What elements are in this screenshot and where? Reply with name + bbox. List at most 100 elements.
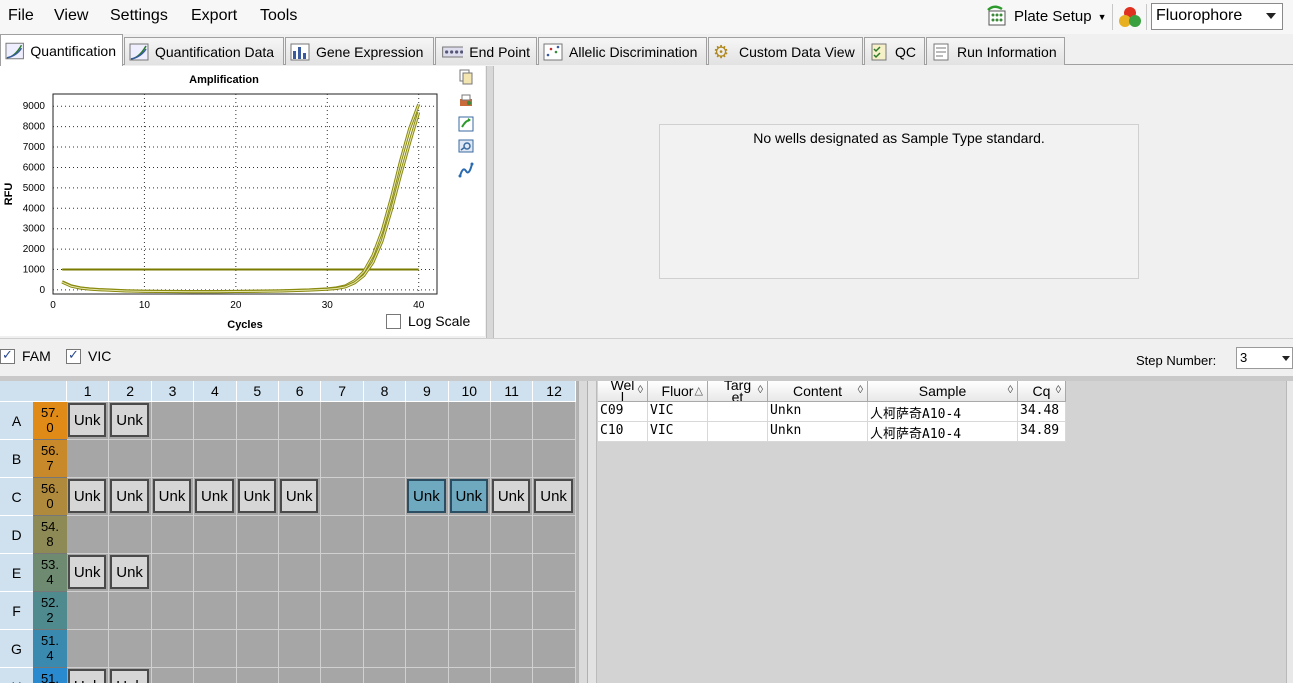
plate-well-cell[interactable] [321,554,364,592]
table-column-header[interactable]: Sample ◊ [868,381,1018,402]
step-number-select[interactable]: 3 [1236,347,1293,369]
plate-well-cell[interactable] [533,668,576,683]
table-cell[interactable]: 人柯萨奇A10-4 [868,422,1018,442]
plate-map[interactable]: 1 2 3 4 5 6 7 8 9 10 11 12 A 57. 0 Unk Unk B 56. 7 C 56. 0 Unk U… [0,381,578,683]
plate-row-header[interactable]: C [0,478,33,516]
sort-icon[interactable]: ◊ [1056,384,1061,396]
plate-well-cell[interactable] [363,668,407,683]
sort-icon[interactable]: ◊ [638,384,643,396]
plate-well-cell[interactable] [194,630,237,668]
plate-row-header[interactable]: B [0,440,33,478]
curve-options-icon[interactable] [458,162,474,178]
plate-well-cell[interactable]: Unk [194,478,237,516]
plate-well-cell[interactable] [194,592,237,630]
filter-fam[interactable]: FAM [0,347,51,364]
plate-well-cell[interactable] [491,554,534,592]
menu-view[interactable]: View [54,7,88,25]
plate-well-cell[interactable] [109,592,152,630]
plate-well-cell[interactable] [151,516,195,554]
plate-well-cell[interactable] [533,440,576,478]
plate-well[interactable]: Unk [110,669,149,683]
plate-well-cell[interactable] [67,630,110,668]
plate-well-cell[interactable] [448,668,491,683]
plate-well-cell[interactable] [151,554,195,592]
plate-corner-header[interactable] [0,381,67,402]
plate-well-cell[interactable] [406,630,449,668]
plate-well-cell[interactable] [363,630,407,668]
plate-well[interactable]: Unk [110,555,149,589]
table-cell[interactable]: VIC [648,422,708,442]
plate-well-cell[interactable] [406,554,449,592]
plate-well-cell[interactable]: Unk [236,478,279,516]
table-cell[interactable]: Unkn [768,402,868,422]
plate-well-cell[interactable] [236,592,279,630]
fam-checkbox[interactable] [0,347,15,364]
table-cell[interactable] [708,402,768,422]
plate-well-cell[interactable]: Unk [491,478,534,516]
tab-allelic-discrimination[interactable]: Allelic Discrimination [538,37,707,65]
fluorophore-select[interactable]: Fluorophore [1151,3,1283,30]
plate-well-cell[interactable]: Unk [109,668,152,683]
plate-well-cell[interactable] [194,440,237,478]
plate-well-cell[interactable] [406,668,449,683]
plate-well-cell[interactable] [194,516,237,554]
sort-icon[interactable]: △ [695,384,703,397]
plate-well-cell[interactable]: Unk [406,478,449,516]
plate-well-cell[interactable] [67,440,110,478]
plate-well[interactable]: Unk [237,479,276,513]
plate-well-cell[interactable] [279,668,322,683]
table-cell[interactable]: C09 [598,402,648,422]
tab-end-point[interactable]: End Point [435,37,537,65]
plate-column-header[interactable]: 7 [321,381,364,402]
plate-well-cell[interactable] [279,630,322,668]
plate-well-cell[interactable] [533,516,576,554]
plate-column-header[interactable]: 5 [236,381,279,402]
plate-column-header[interactable]: 8 [363,381,407,402]
plate-well-cell[interactable] [279,516,322,554]
plate-well[interactable]: Unk [449,479,488,513]
plate-well-cell[interactable] [448,516,491,554]
table-cell[interactable]: 34.48 [1018,402,1066,422]
plate-well-cell[interactable]: Unk [67,668,110,683]
plate-well-cell[interactable] [533,554,576,592]
sort-icon[interactable]: ◊ [758,384,763,396]
plate-well-cell[interactable] [194,554,237,592]
plate-column-header[interactable]: 12 [533,381,576,402]
plate-well-cell[interactable] [236,668,279,683]
plate-well-cell[interactable] [533,592,576,630]
plate-column-header[interactable]: 11 [491,381,534,402]
plate-well-cell[interactable] [321,668,364,683]
plate-well[interactable]: Unk [68,403,107,437]
plate-well-cell[interactable] [151,592,195,630]
tab-run-information[interactable]: Run Information [926,37,1065,65]
plate-well-cell[interactable] [491,592,534,630]
plate-well-cell[interactable] [406,440,449,478]
amplification-chart[interactable]: 0 10 20 30 40 0 1000 2000 3000 4000 5000 6000 7000 80… [0,66,485,336]
plate-well-cell[interactable]: Unk [533,478,576,516]
plate-row-header[interactable]: F [0,592,33,630]
plate-well[interactable]: Unk [534,479,573,513]
zoom-chart-icon[interactable] [458,138,474,154]
plate-well-cell[interactable] [279,592,322,630]
plate-well-cell[interactable] [236,630,279,668]
table-cell[interactable]: Unkn [768,422,868,442]
plate-well-cell[interactable] [363,554,407,592]
plate-well-cell[interactable] [279,554,322,592]
plate-well-cell[interactable] [448,592,491,630]
print-icon[interactable] [458,93,474,109]
plate-well-cell[interactable]: Unk [109,554,152,592]
plate-well-cell[interactable] [491,402,534,440]
plate-well-cell[interactable] [491,440,534,478]
plate-well[interactable]: Unk [152,479,192,513]
plate-well-cell[interactable] [194,402,237,440]
tab-custom-data-view[interactable]: ⚙ Custom Data View [708,37,863,65]
plate-well-cell[interactable]: Unk [109,478,152,516]
plate-well-cell[interactable] [321,440,364,478]
plate-well-cell[interactable] [363,402,407,440]
plate-well-cell[interactable]: Unk [279,478,322,516]
plate-well[interactable]: Unk [407,479,446,513]
plate-column-header[interactable]: 10 [448,381,491,402]
table-column-header[interactable]: Fluor △ [648,381,708,402]
plate-well-cell[interactable] [406,592,449,630]
plate-well[interactable]: Unk [68,479,107,513]
